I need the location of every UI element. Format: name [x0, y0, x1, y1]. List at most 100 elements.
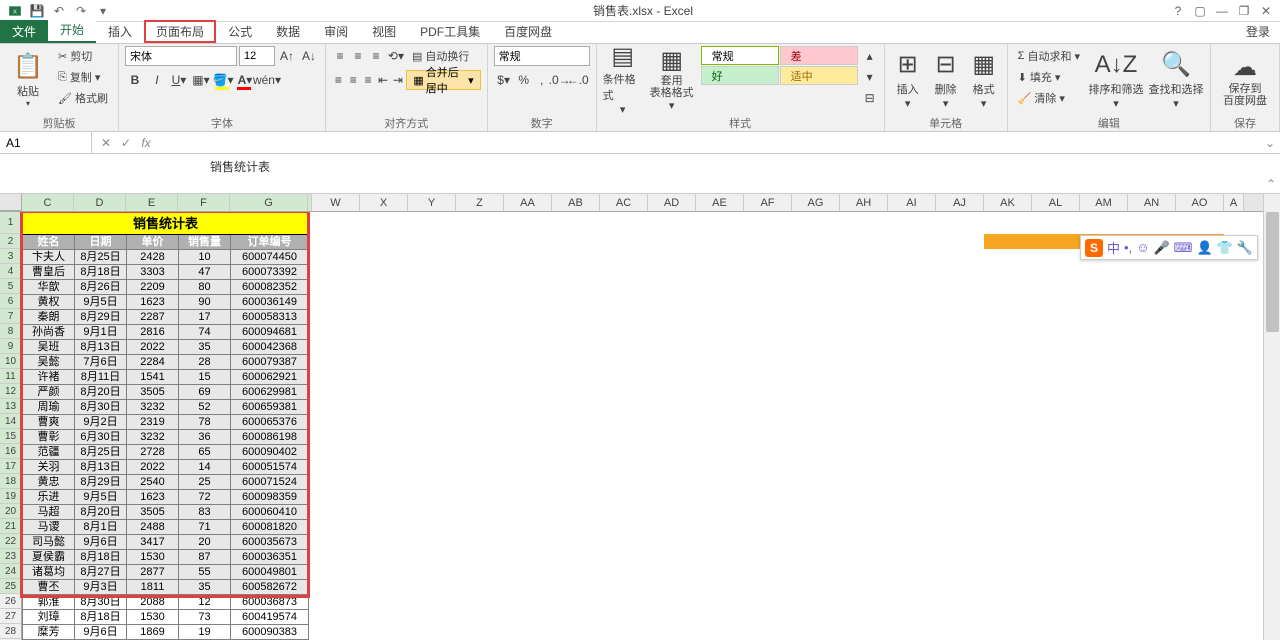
cell[interactable]: 1869	[127, 625, 179, 640]
row-header[interactable]: 19	[0, 489, 22, 504]
row-header[interactable]: 5	[0, 279, 22, 294]
style-normal[interactable]: 常规	[701, 46, 779, 65]
cell[interactable]: 600073392	[231, 265, 309, 280]
tab-view[interactable]: 视图	[360, 20, 408, 43]
clear-button[interactable]: 🧹 清除 ▾	[1014, 88, 1084, 108]
row-header[interactable]: 26	[0, 594, 22, 609]
save-icon[interactable]: 💾	[28, 2, 46, 20]
select-all-corner[interactable]	[0, 194, 22, 211]
row-header[interactable]: 12	[0, 384, 22, 399]
cell[interactable]: 8月25日	[75, 250, 127, 265]
sort-filter-button[interactable]: A↓Z排序和筛选▾	[1088, 46, 1144, 112]
row-header[interactable]: 7	[0, 309, 22, 324]
row-header[interactable]: 25	[0, 579, 22, 594]
cell[interactable]: 600051574	[231, 460, 309, 475]
cell[interactable]: 14	[179, 460, 231, 475]
cell[interactable]: 3232	[127, 400, 179, 415]
cell[interactable]: 69	[179, 385, 231, 400]
cell[interactable]: 9月1日	[75, 325, 127, 340]
help-icon[interactable]: ?	[1168, 2, 1188, 20]
row-header[interactable]: 4	[0, 264, 22, 279]
cell[interactable]: 姓名	[23, 235, 75, 250]
cell[interactable]: 曹丕	[23, 580, 75, 595]
cell[interactable]: 28	[179, 355, 231, 370]
cell[interactable]: 35	[179, 340, 231, 355]
cell[interactable]: 600058313	[231, 310, 309, 325]
cell[interactable]: 9月3日	[75, 580, 127, 595]
cell[interactable]: 周瑜	[23, 400, 75, 415]
cell[interactable]: 600582672	[231, 580, 309, 595]
col-header-W[interactable]: W	[312, 194, 360, 211]
cell[interactable]: 600036351	[231, 550, 309, 565]
cell[interactable]: 2428	[127, 250, 179, 265]
cell[interactable]: 600098359	[231, 490, 309, 505]
row-header[interactable]: 28	[0, 624, 22, 639]
cell[interactable]: 2284	[127, 355, 179, 370]
cell[interactable]: 2319	[127, 415, 179, 430]
row-header[interactable]: 22	[0, 534, 22, 549]
cell[interactable]: 36	[179, 430, 231, 445]
col-header-AE[interactable]: AE	[696, 194, 744, 211]
cell[interactable]: 2540	[127, 475, 179, 490]
col-header-AL[interactable]: AL	[1032, 194, 1080, 211]
vertical-scrollbar[interactable]	[1263, 194, 1280, 640]
cell[interactable]: 35	[179, 580, 231, 595]
cell[interactable]: 15	[179, 370, 231, 385]
cell[interactable]: 关羽	[23, 460, 75, 475]
col-header-AM[interactable]: AM	[1080, 194, 1128, 211]
row-header[interactable]: 2	[0, 234, 22, 249]
increase-font-icon[interactable]: A↑	[277, 46, 297, 66]
fill-button[interactable]: ⬇ 填充 ▾	[1014, 67, 1084, 87]
bold-icon[interactable]: B	[125, 70, 145, 90]
cell[interactable]: 2287	[127, 310, 179, 325]
row-header[interactable]: 9	[0, 339, 22, 354]
align-right-icon[interactable]: ≡	[362, 70, 375, 90]
cell[interactable]: 郭淮	[23, 595, 75, 610]
cell[interactable]: 秦朗	[23, 310, 75, 325]
cell[interactable]: 许褚	[23, 370, 75, 385]
cell[interactable]: 19	[179, 625, 231, 640]
cell[interactable]: 1811	[127, 580, 179, 595]
ime-toolbar[interactable]: S 中 •, ☺ 🎤 ⌨ 👤 👕 🔧	[1080, 235, 1258, 260]
cell[interactable]: 600086198	[231, 430, 309, 445]
col-header-AD[interactable]: AD	[648, 194, 696, 211]
copy-button[interactable]: ⎘ 复制 ▾	[54, 67, 112, 87]
redo-icon[interactable]: ↷	[72, 2, 90, 20]
font-name-combo[interactable]	[125, 46, 237, 66]
login-link[interactable]: 登录	[1236, 20, 1280, 43]
style-good[interactable]: 好	[701, 66, 779, 85]
cell[interactable]: 9月6日	[75, 535, 127, 550]
save-baidu-button[interactable]: ☁保存到 百度网盘	[1217, 46, 1273, 112]
autosum-button[interactable]: Σ 自动求和 ▾	[1014, 46, 1084, 66]
scrollbar-thumb[interactable]	[1266, 212, 1279, 332]
cell[interactable]: 1541	[127, 370, 179, 385]
cell[interactable]: 25	[179, 475, 231, 490]
cell[interactable]: 600036149	[231, 295, 309, 310]
cell[interactable]: 8月20日	[75, 505, 127, 520]
cell[interactable]: 20	[179, 535, 231, 550]
cell[interactable]: 9月5日	[75, 295, 127, 310]
cell[interactable]: 2728	[127, 445, 179, 460]
cell[interactable]: 3417	[127, 535, 179, 550]
cell[interactable]: 2816	[127, 325, 179, 340]
cell[interactable]: 8月30日	[75, 400, 127, 415]
font-size-combo[interactable]	[239, 46, 275, 66]
cell[interactable]: 曹爽	[23, 415, 75, 430]
increase-indent-icon[interactable]: ⇥	[391, 70, 404, 90]
formula-expand-icon[interactable]: ⌄	[1260, 136, 1280, 150]
col-header-F[interactable]: F	[178, 194, 230, 211]
format-cells-button[interactable]: ▦格式▾	[967, 46, 1001, 112]
align-bottom-icon[interactable]: ≡	[368, 46, 384, 66]
cell[interactable]: 黄忠	[23, 475, 75, 490]
cell[interactable]: 600081820	[231, 520, 309, 535]
align-center-icon[interactable]: ≡	[347, 70, 360, 90]
increase-decimal-icon[interactable]: .0→	[552, 70, 568, 90]
cell[interactable]: 78	[179, 415, 231, 430]
cell[interactable]: 600049801	[231, 565, 309, 580]
col-header-E[interactable]: E	[126, 194, 178, 211]
col-header-AA[interactable]: AA	[504, 194, 552, 211]
qat-dropdown-icon[interactable]: ▾	[94, 2, 112, 20]
border-icon[interactable]: ▦▾	[191, 70, 211, 90]
style-bad[interactable]: 差	[780, 46, 858, 65]
row-header[interactable]: 20	[0, 504, 22, 519]
